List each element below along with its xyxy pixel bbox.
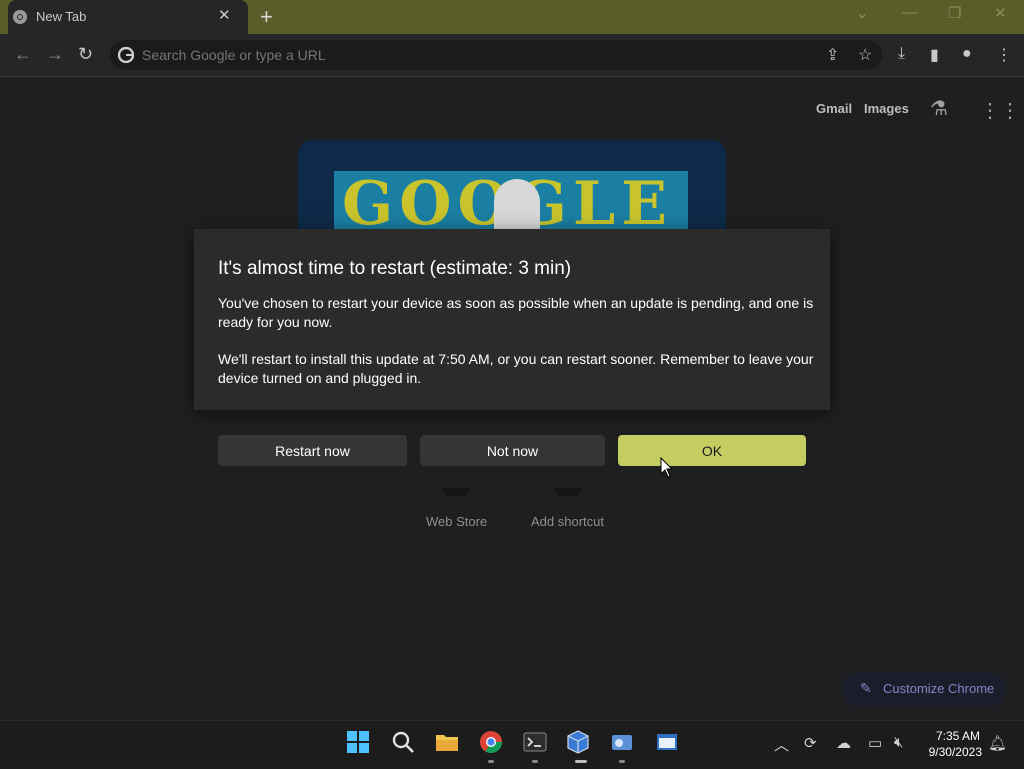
ok-button[interactable]: OK: [618, 435, 806, 466]
forward-icon[interactable]: →: [46, 44, 64, 65]
running-indicator: [619, 760, 625, 763]
shortcut-add[interactable]: Add shortcut: [531, 514, 604, 529]
virtualbox-icon[interactable]: [566, 730, 590, 754]
dialog-body-paragraph: We'll restart to install this update at …: [218, 351, 814, 386]
search-icon[interactable]: [391, 730, 415, 754]
side-panel-icon[interactable]: ▮: [930, 45, 939, 65]
menu-icon[interactable]: ⋮: [996, 45, 1012, 65]
active-indicator: [575, 760, 587, 763]
google-doodle[interactable]: GOOGLE: [334, 171, 688, 230]
terminal-icon[interactable]: [523, 730, 547, 754]
mouse-cursor-icon: [660, 457, 674, 478]
shortcut-icon[interactable]: [442, 488, 470, 496]
dialog-body-paragraph: You've chosen to restart your device as …: [218, 295, 814, 330]
new-tab-icon[interactable]: +: [260, 4, 273, 30]
share-icon[interactable]: ⇪: [826, 45, 839, 65]
windows-start-icon[interactable]: [346, 730, 370, 754]
profile-icon[interactable]: ●: [962, 45, 972, 63]
chrome-tab-icon: [13, 10, 27, 24]
tray-overflow-icon[interactable]: ︿: [774, 734, 789, 755]
apps-grid-icon[interactable]: ⋮⋮: [980, 98, 1020, 123]
labs-flask-icon[interactable]: ⚗: [930, 96, 948, 121]
file-explorer-icon[interactable]: [435, 730, 459, 754]
restart-now-button[interactable]: Restart now: [218, 435, 407, 466]
clock-time[interactable]: 7:35 AM: [930, 729, 980, 743]
settings-app-icon[interactable]: [610, 730, 634, 754]
customize-chrome-label: Customize Chrome: [883, 681, 995, 696]
notification-bell-icon[interactable]: 🔔︎: [988, 734, 1007, 752]
chrome-icon[interactable]: [479, 730, 503, 754]
close-window-icon[interactable]: ✕: [994, 4, 1007, 22]
dialog-title: It's almost time to restart (estimate: 3…: [218, 258, 572, 279]
tab-title: New Tab: [36, 9, 87, 24]
bookmark-star-icon[interactable]: ☆: [858, 45, 872, 65]
download-icon[interactable]: ⤓: [898, 45, 905, 63]
reload-icon[interactable]: ↻: [78, 44, 93, 65]
not-now-button[interactable]: Not now: [420, 435, 605, 466]
tab-close-icon[interactable]: ✕: [218, 6, 231, 24]
back-icon[interactable]: ←: [14, 44, 32, 65]
running-indicator: [532, 760, 538, 763]
sync-icon[interactable]: ⟳: [804, 734, 817, 752]
omnibox-input[interactable]: [142, 41, 782, 69]
shortcut-web-store[interactable]: Web Store: [426, 514, 487, 529]
google-g-icon: [118, 47, 134, 63]
running-indicator: [488, 760, 494, 763]
gmail-link[interactable]: Gmail: [816, 101, 852, 116]
clock-date[interactable]: 9/30/2023: [920, 745, 982, 759]
network-icon[interactable]: ▭: [868, 734, 882, 752]
maximize-icon[interactable]: ❐: [948, 4, 961, 22]
tab-search-icon[interactable]: ⌄: [856, 4, 869, 22]
shortcut-icon[interactable]: [554, 488, 582, 496]
pencil-icon: ✎: [860, 680, 872, 696]
images-link[interactable]: Images: [864, 101, 909, 116]
doodle-portrait: [494, 179, 540, 230]
volume-muted-icon[interactable]: 🔇︎: [894, 734, 903, 751]
cloud-icon[interactable]: ☁: [836, 734, 851, 752]
minimize-icon[interactable]: —: [902, 4, 917, 21]
notepad-app-icon[interactable]: [655, 730, 679, 754]
